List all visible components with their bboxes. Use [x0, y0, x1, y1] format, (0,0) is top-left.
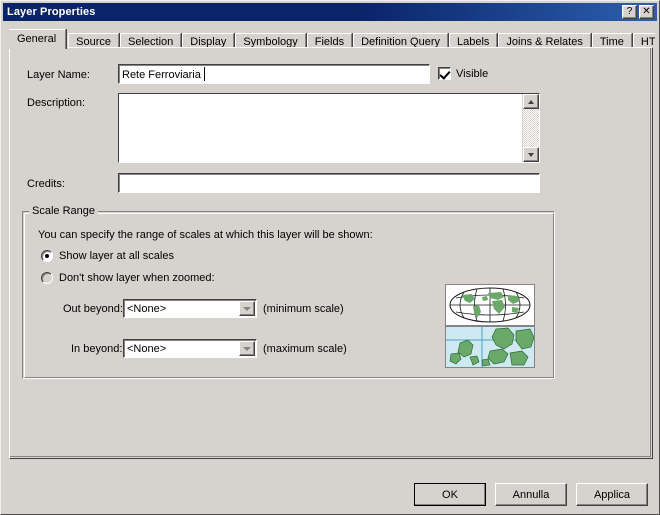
tab-strip: General Source Selection Display Symbolo… [9, 29, 655, 49]
scale-range-hint: You can specify the range of scales at w… [38, 229, 373, 241]
radio-dont-show-when-zoomed[interactable]: Don't show layer when zoomed: [41, 272, 215, 284]
in-beyond-value: <None> [127, 342, 167, 355]
description-textarea[interactable] [119, 94, 522, 162]
chevron-down-icon[interactable] [239, 341, 255, 356]
credits-input[interactable] [118, 173, 540, 193]
visible-checkbox-label: Visible [456, 67, 489, 80]
scale-range-legend: Scale Range [29, 205, 98, 217]
radio-button-icon[interactable] [41, 250, 53, 262]
in-beyond-note: (maximum scale) [263, 343, 347, 355]
description-label: Description: [27, 97, 86, 109]
tab-general[interactable]: General [9, 29, 67, 49]
titlebar-buttons: ? ✕ [622, 5, 657, 19]
chevron-down-icon[interactable] [239, 301, 255, 316]
credits-label: Credits: [27, 178, 65, 190]
in-beyond-label: In beyond: [71, 343, 123, 355]
scrollbar-track[interactable] [523, 109, 539, 147]
layer-name-input[interactable] [118, 64, 430, 84]
description-field-wrapper [118, 93, 540, 163]
scroll-up-icon[interactable] [523, 94, 539, 109]
radio-dont-show-when-zoomed-label: Don't show layer when zoomed: [59, 272, 215, 284]
out-beyond-dropdown[interactable]: <None> [123, 299, 257, 318]
globe-preview-image [445, 284, 535, 326]
region-map-icon [446, 327, 534, 367]
radio-show-all-scales[interactable]: Show layer at all scales [41, 250, 174, 262]
text-caret [204, 67, 205, 81]
out-beyond-value: <None> [127, 302, 167, 315]
map-preview-image [445, 326, 535, 368]
scroll-down-icon[interactable] [523, 147, 539, 162]
globe-icon [449, 287, 531, 323]
window-title: Layer Properties [7, 6, 96, 18]
ok-button[interactable]: OK [414, 483, 486, 506]
description-scrollbar[interactable] [522, 94, 539, 162]
visible-checkbox[interactable]: Visible [438, 67, 488, 80]
layer-properties-dialog: Layer Properties ? ✕ General Source Sele… [0, 0, 660, 515]
radio-show-all-scales-label: Show layer at all scales [59, 250, 174, 262]
out-beyond-note: (minimum scale) [263, 303, 344, 315]
help-icon[interactable]: ? [622, 5, 637, 19]
close-icon[interactable]: ✕ [639, 5, 654, 19]
radio-button-icon[interactable] [41, 272, 53, 284]
titlebar: Layer Properties ? ✕ [3, 3, 657, 21]
checkbox-box-icon[interactable] [438, 67, 451, 80]
cancel-button[interactable]: Annulla [495, 483, 567, 506]
apply-button[interactable]: Applica [576, 483, 648, 506]
out-beyond-label: Out beyond: [63, 303, 123, 315]
layer-name-label: Layer Name: [27, 69, 90, 81]
in-beyond-dropdown[interactable]: <None> [123, 339, 257, 358]
